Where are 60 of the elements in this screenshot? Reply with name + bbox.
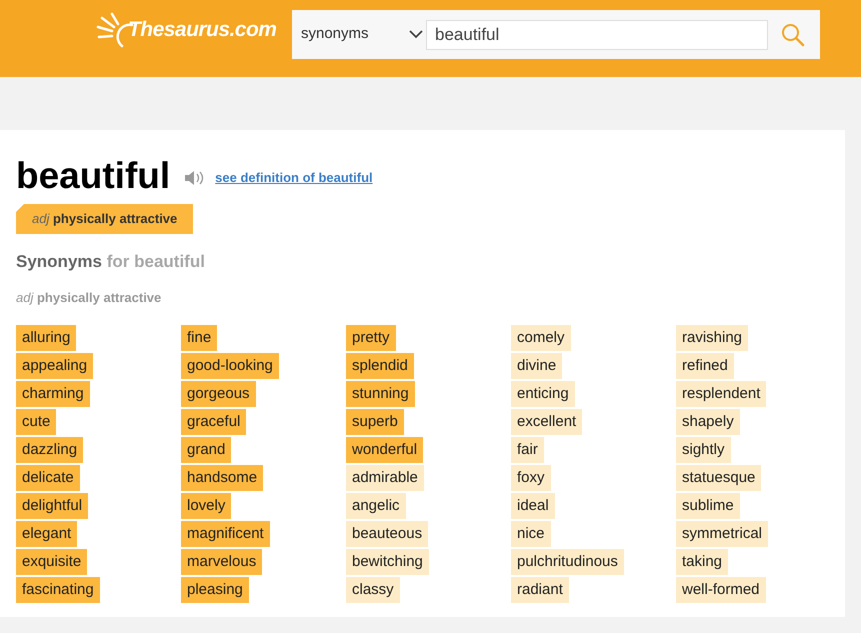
- synonym-chip[interactable]: superb: [346, 409, 404, 435]
- synonym-chip[interactable]: good-looking: [181, 353, 279, 379]
- synonym-chip[interactable]: appealing: [16, 353, 94, 379]
- synonym-chip[interactable]: classy: [346, 577, 400, 603]
- synonym-chip[interactable]: ravishing: [676, 325, 748, 351]
- synonym-chip[interactable]: enticing: [511, 381, 575, 407]
- synonym-chip[interactable]: pleasing: [181, 577, 249, 603]
- synonym-chip[interactable]: well-formed: [676, 577, 766, 603]
- synonym-chip[interactable]: radiant: [511, 577, 569, 603]
- sense-tab[interactable]: adj physically attractive: [16, 204, 194, 234]
- synonym-chip[interactable]: wonderful: [346, 437, 424, 463]
- synonym-chip[interactable]: pretty: [346, 325, 396, 351]
- synonym-chip[interactable]: sightly: [676, 437, 731, 463]
- synonym-chip[interactable]: beauteous: [346, 521, 428, 547]
- search-type-dropdown[interactable]: synonyms: [301, 20, 423, 50]
- synonym-chip[interactable]: fascinating: [16, 577, 100, 603]
- chevron-down-icon: [409, 30, 423, 39]
- synonym-chip[interactable]: shapely: [676, 409, 740, 435]
- sense-label: adj physically attractive: [16, 288, 162, 307]
- synonym-chip[interactable]: sublime: [676, 493, 740, 519]
- synonym-chip[interactable]: handsome: [181, 465, 264, 491]
- synonym-chip[interactable]: charming: [16, 381, 90, 407]
- synonyms-heading: Synonyms for beautiful: [16, 251, 206, 273]
- synonym-chip[interactable]: foxy: [511, 465, 551, 491]
- synonym-chip[interactable]: fine: [181, 325, 218, 351]
- synonym-chip[interactable]: alluring: [16, 325, 76, 351]
- synonym-chip[interactable]: pulchritudinous: [511, 549, 624, 575]
- synonym-chip[interactable]: divine: [511, 353, 562, 379]
- synonym-chip[interactable]: lovely: [181, 493, 232, 519]
- synonym-chip[interactable]: stunning: [346, 381, 415, 407]
- synonym-chip[interactable]: excellent: [511, 409, 582, 435]
- search-field[interactable]: beautiful: [426, 20, 768, 50]
- synonym-chip[interactable]: graceful: [181, 409, 246, 435]
- synonym-chip[interactable]: admirable: [346, 465, 424, 491]
- search-icon: [781, 22, 805, 46]
- synonym-chip[interactable]: elegant: [16, 521, 78, 547]
- synonym-chip[interactable]: delicate: [16, 465, 80, 491]
- synonym-chip[interactable]: dazzling: [16, 437, 84, 463]
- synonym-chip[interactable]: bewitching: [346, 549, 429, 575]
- synonym-chip[interactable]: statuesque: [676, 465, 762, 491]
- search-button[interactable]: [780, 22, 806, 48]
- synonym-chip[interactable]: delightful: [16, 493, 88, 519]
- synonym-chip[interactable]: fair: [511, 437, 544, 463]
- synonym-chip[interactable]: grand: [181, 437, 232, 463]
- synonym-chip[interactable]: ideal: [511, 493, 555, 519]
- synonym-chip[interactable]: refined: [676, 353, 734, 379]
- synonym-chip[interactable]: angelic: [346, 493, 406, 519]
- synonym-chip[interactable]: marvelous: [181, 549, 262, 575]
- headword: beautiful: [16, 154, 170, 198]
- synonym-chip[interactable]: cute: [16, 409, 56, 435]
- synonym-chip[interactable]: magnificent: [181, 521, 270, 547]
- synonym-chip[interactable]: gorgeous: [181, 381, 256, 407]
- synonym-chip[interactable]: comely: [511, 325, 571, 351]
- synonym-chip[interactable]: resplendent: [676, 381, 766, 407]
- synonym-chip[interactable]: splendid: [346, 353, 414, 379]
- synonym-chip[interactable]: taking: [676, 549, 728, 575]
- synonym-chip[interactable]: symmetrical: [676, 521, 768, 547]
- synonym-chip[interactable]: exquisite: [16, 549, 88, 575]
- definition-link[interactable]: see definition of beautiful: [215, 168, 373, 188]
- synonym-chip[interactable]: nice: [511, 521, 551, 547]
